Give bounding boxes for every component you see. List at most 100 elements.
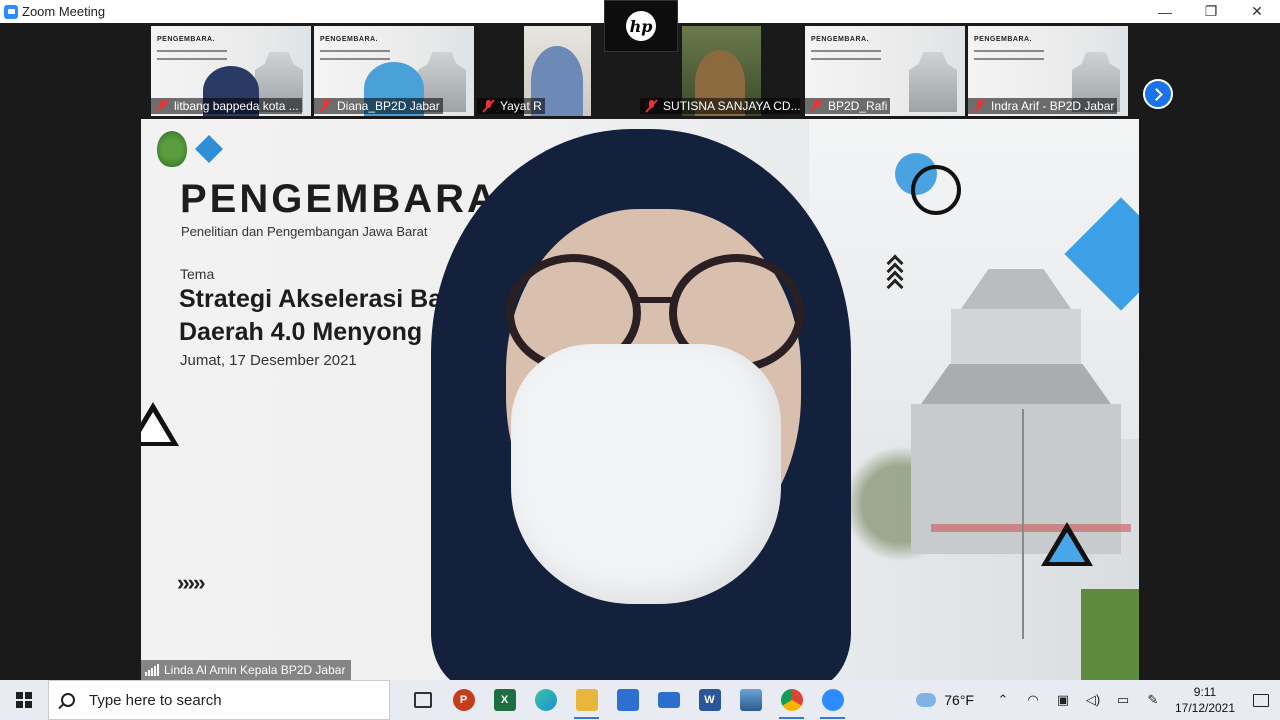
chevron-right-icon bbox=[1150, 87, 1163, 101]
taskbar-app-chrome[interactable] bbox=[771, 680, 812, 720]
chevron-up-icon[interactable]: ⌃ bbox=[988, 680, 1018, 720]
slide-thumb-text bbox=[157, 50, 227, 60]
participant-name: litbang bappeda kota ... bbox=[174, 99, 299, 113]
chrome-icon bbox=[780, 689, 803, 711]
decor-triangle bbox=[141, 402, 179, 446]
participant-name: SUTISNA SANJAYA CD... bbox=[663, 99, 800, 113]
store-icon bbox=[616, 689, 639, 711]
search-icon bbox=[61, 693, 75, 707]
participant-name-label: BP2D_Rafi bbox=[805, 98, 891, 114]
taskbar-app-powerpoint[interactable]: P bbox=[443, 680, 484, 720]
slide-subtitle: Penelitian dan Pengembangan Jawa Barat bbox=[181, 224, 428, 239]
slide-tema-label: Tema bbox=[180, 266, 215, 282]
decor-ring bbox=[911, 165, 961, 215]
system-tray: 76°F ⌃ ◠ ▣ ◁) ▭ ✎ 9:11 17/12/2021 bbox=[916, 680, 1280, 720]
photos-icon bbox=[739, 689, 762, 711]
flagpole bbox=[1022, 409, 1024, 639]
mail-icon bbox=[657, 692, 680, 708]
slide-date: Jumat, 17 Desember 2021 bbox=[180, 352, 357, 369]
next-page-button[interactable] bbox=[1143, 79, 1173, 109]
battery-icon[interactable]: ▭ bbox=[1108, 680, 1138, 720]
word-icon: W bbox=[698, 689, 721, 711]
double-arrows-icon: ››››› bbox=[177, 570, 206, 595]
background-grass bbox=[1081, 589, 1139, 680]
folder-icon bbox=[575, 689, 598, 711]
participant-name-label: litbang bappeda kota ... bbox=[151, 98, 302, 114]
meet-now-icon[interactable]: ▣ bbox=[1048, 680, 1078, 720]
edge-icon bbox=[534, 689, 557, 711]
taskbar-app-file-explorer[interactable] bbox=[566, 680, 607, 720]
gedung-sate-building bbox=[911, 269, 1131, 554]
active-speaker-name: Linda Al Amin Kepala BP2D Jabar bbox=[164, 663, 346, 677]
face-mask bbox=[511, 344, 781, 604]
taskbar-app-zoom[interactable] bbox=[812, 680, 853, 720]
slide-thumb-title: PENGEMBARA. bbox=[157, 36, 216, 43]
zoom-app-icon bbox=[4, 4, 18, 19]
slide-thumb-text bbox=[974, 50, 1044, 60]
decor-triangle bbox=[1041, 522, 1093, 566]
slide-thumb-text bbox=[320, 50, 390, 60]
windows-logo-icon bbox=[16, 692, 32, 708]
participant-name: Diana_BP2D Jabar bbox=[337, 99, 440, 113]
muted-mic-icon bbox=[481, 99, 497, 113]
taskbar-app-word[interactable]: W bbox=[689, 680, 730, 720]
search-placeholder: Type here to search bbox=[89, 691, 222, 709]
taskbar-app-edge[interactable] bbox=[525, 680, 566, 720]
notification-icon bbox=[1253, 693, 1269, 707]
slide-strategy-line-2: Daerah 4.0 Menyong bbox=[179, 318, 423, 346]
windows-taskbar: Type here to search P X W 76°F ⌃ ◠ ▣ ◁) … bbox=[0, 680, 1280, 720]
slide-thumb-title: PENGEMBARA. bbox=[320, 36, 379, 43]
glasses-bridge bbox=[636, 297, 676, 303]
participant-name: Yayat R bbox=[500, 99, 542, 113]
wifi-icon[interactable]: ◠ bbox=[1018, 680, 1048, 720]
powerpoint-icon: P bbox=[452, 689, 475, 711]
taskbar-app-mail[interactable] bbox=[648, 680, 689, 720]
taskbar-search-box[interactable]: Type here to search bbox=[48, 680, 390, 720]
participant-tile[interactable]: PENGEMBARA. Diana_BP2D Jabar bbox=[314, 26, 474, 116]
participant-name: BP2D_Rafi bbox=[828, 99, 888, 113]
jabar-logo bbox=[157, 131, 187, 167]
bp2d-logo bbox=[195, 135, 223, 163]
building-image bbox=[909, 52, 957, 112]
volume-icon[interactable]: ◁) bbox=[1078, 680, 1108, 720]
active-speaker-video[interactable]: PENGEMBARA Penelitian dan Pengembangan J… bbox=[141, 119, 1139, 680]
slide-strategy-line-1: Strategi Akselerasi Ba bbox=[179, 285, 443, 313]
minimize-button[interactable]: — bbox=[1142, 0, 1188, 23]
task-view-icon bbox=[413, 692, 432, 708]
chevrons-up-icon bbox=[885, 254, 907, 296]
muted-mic-icon bbox=[155, 99, 171, 113]
participant-name-label: Diana_BP2D Jabar bbox=[314, 98, 443, 114]
participant-tile[interactable]: PENGEMBARA. litbang bappeda kota ... bbox=[151, 26, 311, 116]
clock-time: 9:11 bbox=[1193, 685, 1217, 699]
muted-mic-icon bbox=[318, 99, 334, 113]
hp-overlay: hp bbox=[604, 0, 678, 52]
window-controls: — ❐ ✕ bbox=[1142, 0, 1280, 23]
start-button[interactable] bbox=[0, 680, 48, 720]
taskbar-app-photos[interactable] bbox=[730, 680, 771, 720]
muted-mic-icon bbox=[809, 99, 825, 113]
participant-tile[interactable]: PENGEMBARA. Indra Arif - BP2D Jabar bbox=[968, 26, 1128, 116]
excel-icon: X bbox=[493, 689, 516, 711]
taskbar-app-store[interactable] bbox=[607, 680, 648, 720]
restore-button[interactable]: ❐ bbox=[1188, 0, 1234, 23]
slide-thumb-title: PENGEMBARA. bbox=[811, 36, 870, 43]
signal-strength-icon bbox=[145, 664, 159, 676]
participant-tile[interactable]: PENGEMBARA. BP2D_Rafi bbox=[805, 26, 965, 116]
notification-center-button[interactable] bbox=[1242, 680, 1280, 720]
weather-widget[interactable]: 76°F bbox=[916, 692, 974, 708]
pen-icon[interactable]: ✎ bbox=[1138, 680, 1168, 720]
speaker-person bbox=[431, 129, 851, 680]
taskbar-clock[interactable]: 9:11 17/12/2021 bbox=[1168, 684, 1242, 716]
weather-cloud-icon bbox=[916, 693, 937, 707]
participant-name: Indra Arif - BP2D Jabar bbox=[991, 99, 1115, 113]
slide-thumb-text bbox=[811, 50, 881, 60]
close-button[interactable]: ✕ bbox=[1234, 0, 1280, 23]
muted-mic-icon bbox=[972, 99, 988, 113]
participant-name-label: Yayat R bbox=[477, 98, 545, 114]
slide-logos bbox=[157, 131, 223, 167]
participant-name-label: Indra Arif - BP2D Jabar bbox=[968, 98, 1118, 114]
window-title: Zoom Meeting bbox=[22, 4, 106, 19]
taskbar-app-excel[interactable]: X bbox=[484, 680, 525, 720]
hp-logo: hp bbox=[626, 11, 656, 41]
task-view-button[interactable] bbox=[402, 680, 443, 720]
